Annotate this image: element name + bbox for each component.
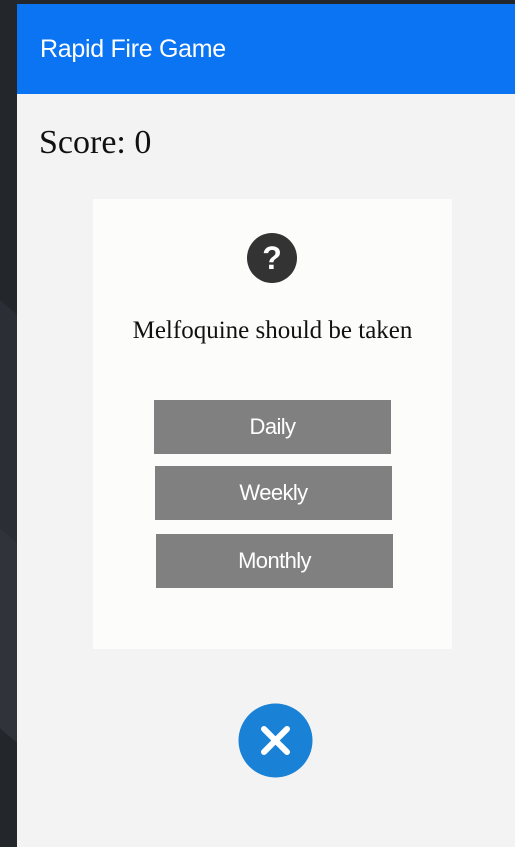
app-window: Rapid Fire Game Score: 0 ? Melfoquine sh… bbox=[17, 4, 515, 847]
answer-option-monthly[interactable]: Monthly bbox=[156, 534, 393, 588]
question-card: ? Melfoquine should be taken Daily Weekl… bbox=[93, 199, 452, 649]
score-label: Score: 0 bbox=[39, 124, 152, 161]
svg-text:?: ? bbox=[262, 240, 282, 276]
answer-option-daily[interactable]: Daily bbox=[154, 400, 391, 454]
app-header: Rapid Fire Game bbox=[17, 4, 515, 94]
close-button[interactable] bbox=[238, 703, 313, 778]
question-circle-icon: ? bbox=[246, 232, 298, 284]
close-icon bbox=[238, 703, 313, 778]
app-title: Rapid Fire Game bbox=[40, 35, 226, 63]
question-text: Melfoquine should be taken bbox=[132, 317, 413, 344]
answer-option-weekly[interactable]: Weekly bbox=[155, 466, 392, 520]
